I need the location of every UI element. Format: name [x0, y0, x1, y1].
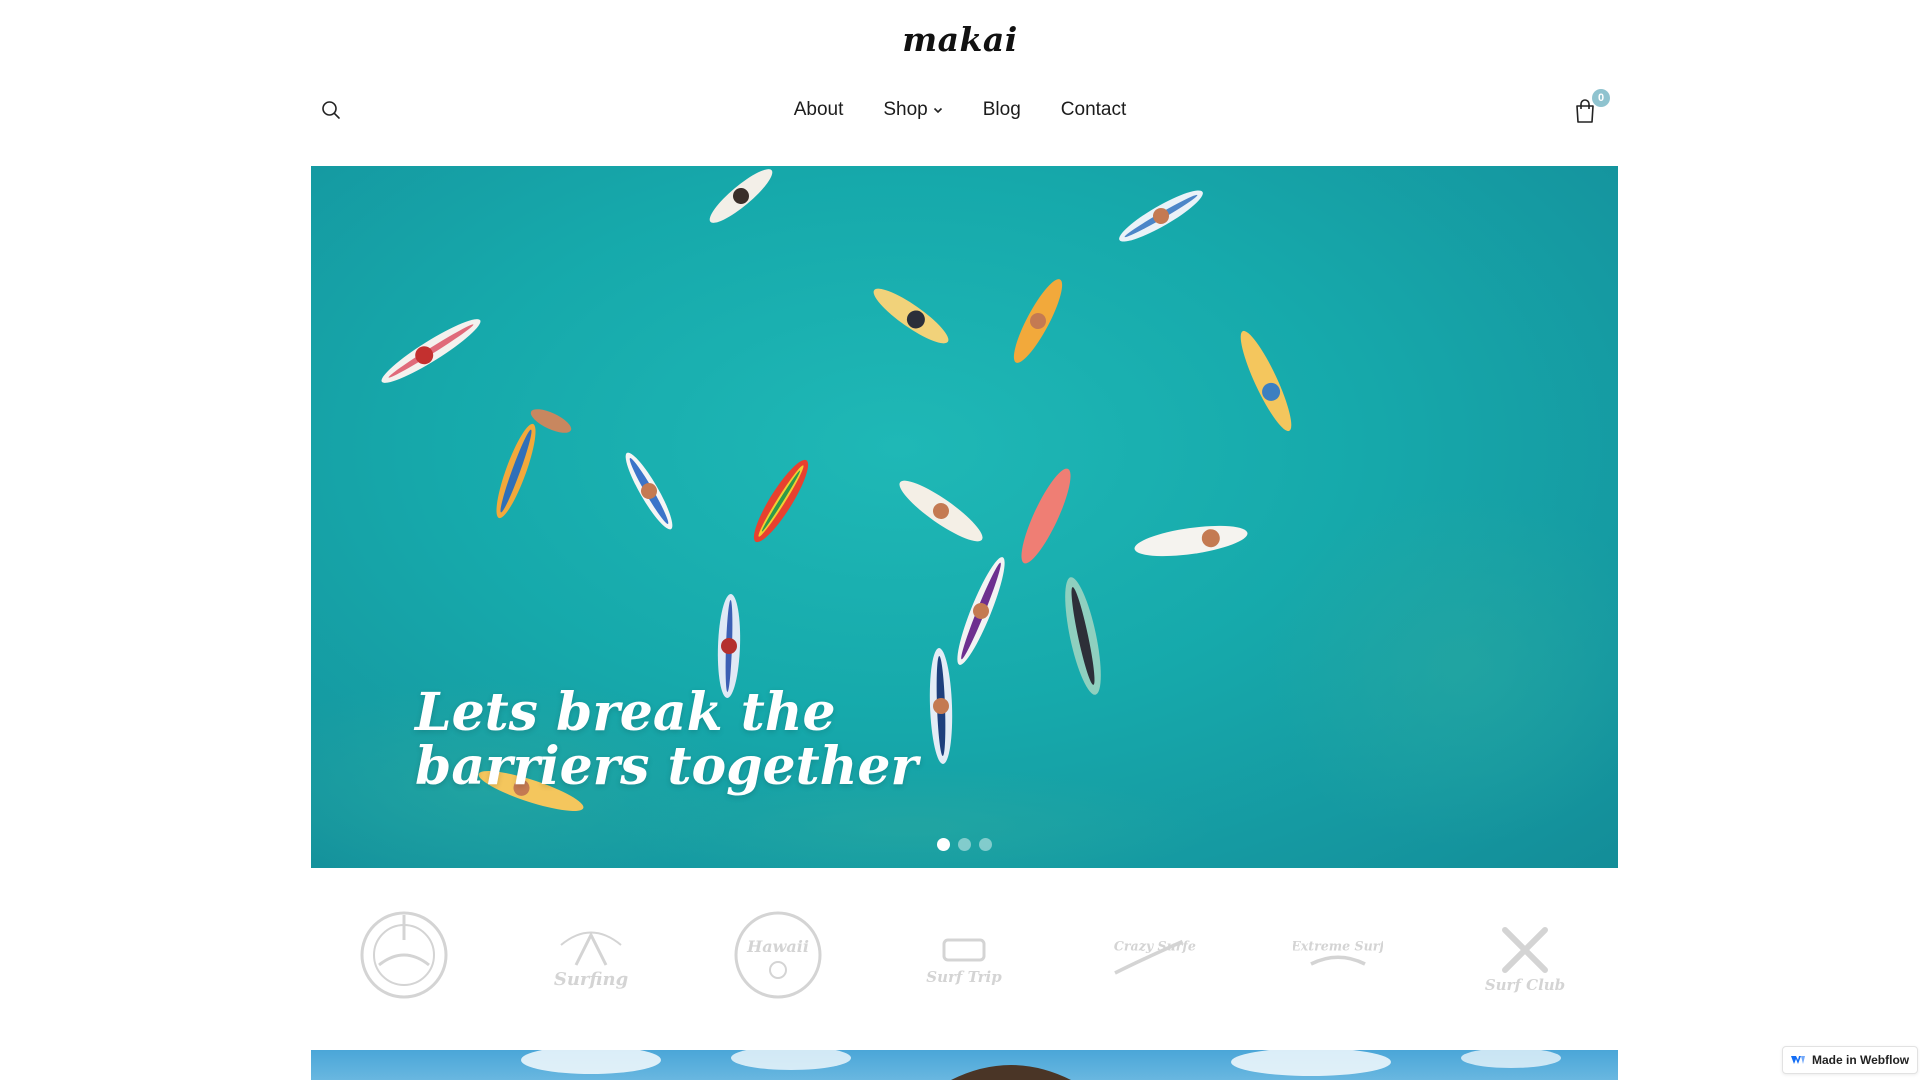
- brand-logo-extreme-surf: Extreme Surf: [1293, 910, 1383, 1000]
- brand-logo-hawaii: Hawaii: [733, 910, 823, 1000]
- hero-title-line-2: barriers together: [415, 736, 918, 797]
- slider-dot-2[interactable]: [958, 838, 971, 851]
- brand-logo-hawaii-text: Hawaii: [746, 937, 809, 956]
- nav-contact-label: Contact: [1060, 99, 1127, 120]
- site-logo[interactable]: makai: [0, 20, 1920, 59]
- hero-title: Lets break the barriers together: [415, 686, 1015, 794]
- brand-logo-surf-club: Surf Club: [1480, 910, 1570, 1000]
- nav-about[interactable]: About: [794, 99, 844, 121]
- brand-logo-surf-trip-text: Surf Trip: [927, 968, 1003, 986]
- brand-logo-extreme-surf-text: Extreme Surf: [1293, 939, 1383, 954]
- cart-count-badge: 0: [1592, 89, 1610, 107]
- brand-logo-crazy-surfer-text: Crazy Surfer: [1114, 939, 1196, 954]
- brand-logo-surfing: Surfing: [546, 910, 636, 1000]
- made-in-webflow-label: Made in Webflow: [1812, 1053, 1910, 1067]
- brand-logo-emblem: [359, 910, 449, 1000]
- slider-dot-1[interactable]: [937, 838, 950, 851]
- nav-shop[interactable]: Shop: [883, 99, 942, 121]
- brand-logo-crazy-surfer: Crazy Surfer: [1106, 910, 1196, 1000]
- nav-blog-label: Blog: [982, 99, 1021, 120]
- brand-logo-surf-club-text: Surf Club: [1484, 976, 1564, 994]
- nav-about-label: About: [793, 99, 844, 120]
- main-nav: About Shop Blog Contact: [0, 96, 1920, 124]
- nav-contact[interactable]: Contact: [1061, 99, 1126, 121]
- brand-logo-surfing-text: Surfing: [554, 969, 628, 990]
- nav-shop-label: Shop: [883, 99, 928, 120]
- nav-blog[interactable]: Blog: [983, 99, 1021, 121]
- hero-title-line-1: Lets break the: [415, 682, 836, 743]
- chevron-down-icon: [933, 107, 942, 114]
- brand-logos: Surfing Hawaii Surf Trip Crazy Surfer Ex…: [311, 905, 1618, 1005]
- slider-dot-3[interactable]: [979, 838, 992, 851]
- next-section-image: [311, 1050, 1618, 1080]
- brand-logo-surf-trip: Surf Trip: [919, 910, 1009, 1000]
- slider-dots: [311, 838, 1618, 851]
- webflow-logo-icon: [1791, 1056, 1805, 1064]
- made-in-webflow-badge[interactable]: Made in Webflow: [1782, 1046, 1918, 1074]
- hero-slider[interactable]: Lets break the barriers together: [311, 166, 1618, 868]
